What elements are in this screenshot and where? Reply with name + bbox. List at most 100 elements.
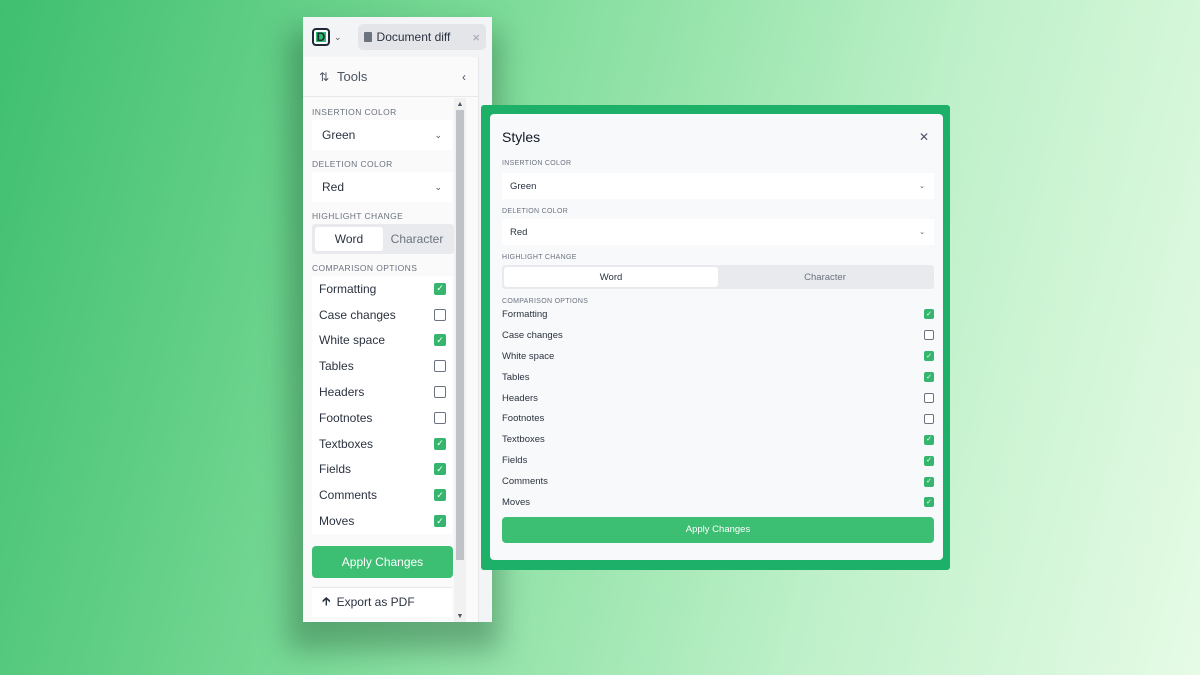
- comparison-options-list: Formatting ✓ Case changes White space ✓ Table…: [303, 276, 454, 534]
- app-logo[interactable]: D: [312, 28, 330, 46]
- option-formatting[interactable]: Formatting ✓: [502, 304, 934, 325]
- tools-scroll-area: INSERTION COLOR Green ⌄ DELETION COLOR R…: [303, 98, 454, 622]
- option-fields[interactable]: Fields ✓: [502, 450, 934, 471]
- insertion-color-label: INSERTION COLOR: [502, 160, 572, 167]
- option-fields[interactable]: Fields ✓: [312, 456, 452, 483]
- option-label: Moves: [502, 496, 530, 508]
- checkbox-checked[interactable]: ✓: [434, 282, 446, 295]
- checkbox-checked[interactable]: ✓: [924, 497, 934, 508]
- option-label: Footnotes: [319, 410, 373, 425]
- option-label: Textboxes: [502, 434, 545, 446]
- checkbox-checked[interactable]: ✓: [924, 455, 934, 466]
- option-white-space[interactable]: White space ✓: [502, 346, 934, 367]
- highlight-segmented-control: Word Character: [312, 224, 454, 254]
- option-textboxes[interactable]: Textboxes ✓: [312, 430, 452, 457]
- checkbox-checked[interactable]: ✓: [924, 476, 934, 487]
- checkbox-unchecked[interactable]: [434, 411, 446, 424]
- checkbox-unchecked[interactable]: [924, 393, 934, 403]
- option-formatting[interactable]: Formatting ✓: [312, 276, 452, 302]
- checkbox-checked[interactable]: ✓: [434, 489, 446, 502]
- logo-letter: D: [316, 30, 326, 44]
- checkbox-checked[interactable]: ✓: [434, 437, 446, 450]
- option-tables[interactable]: Tables: [312, 353, 452, 380]
- checkbox-unchecked[interactable]: [434, 308, 446, 321]
- checkbox-checked[interactable]: ✓: [434, 515, 446, 528]
- option-label: White space: [319, 333, 386, 348]
- apply-changes-button[interactable]: Apply Changes: [312, 545, 453, 578]
- segment-word[interactable]: Word: [504, 267, 718, 287]
- checkbox-checked[interactable]: ✓: [924, 434, 934, 445]
- deletion-color-value: Red: [510, 226, 528, 238]
- option-label: Headers: [502, 392, 538, 404]
- deletion-color-select[interactable]: Red ⌄: [502, 219, 934, 245]
- option-label: Comments: [502, 476, 548, 488]
- option-comments[interactable]: Comments ✓: [312, 482, 452, 509]
- chevron-down-icon: ⌄: [434, 129, 442, 140]
- tools-label: Tools: [337, 69, 368, 84]
- option-footnotes[interactable]: Footnotes: [312, 404, 452, 431]
- segment-character[interactable]: Character: [383, 227, 451, 251]
- checkbox-unchecked[interactable]: [924, 330, 934, 341]
- insertion-color-label: INSERTION COLOR: [312, 107, 397, 117]
- checkbox-unchecked[interactable]: [434, 386, 446, 399]
- option-white-space[interactable]: White space ✓: [312, 327, 452, 354]
- option-case-changes[interactable]: Case changes: [502, 325, 934, 346]
- option-comments[interactable]: Comments ✓: [502, 471, 934, 492]
- checkbox-checked[interactable]: ✓: [434, 463, 446, 476]
- collapse-icon[interactable]: ‹: [462, 70, 466, 84]
- highlight-change-label: HIGHLIGHT CHANGE: [312, 211, 404, 221]
- highlight-change-label: HIGHLIGHT CHANGE: [502, 254, 577, 261]
- checkbox-unchecked[interactable]: [924, 413, 934, 424]
- scroll-down-icon[interactable]: ▼: [454, 610, 466, 622]
- segment-character[interactable]: Character: [718, 267, 932, 287]
- option-moves[interactable]: Moves ✓: [312, 508, 452, 534]
- export-pdf-button[interactable]: 🡱 Export as PDF: [312, 586, 452, 617]
- checkbox-checked[interactable]: ✓: [924, 309, 934, 320]
- option-label: Tables: [319, 359, 354, 374]
- styles-dialog: Styles ✕ INSERTION COLOR Green ⌄ DELETIO…: [490, 114, 943, 560]
- close-tab-icon[interactable]: ×: [472, 30, 480, 45]
- insertion-color-value: Green: [322, 128, 356, 142]
- checkbox-checked[interactable]: ✓: [924, 372, 934, 383]
- tab-title: Document diff: [376, 30, 451, 44]
- scrollbar[interactable]: ▲: [454, 98, 466, 622]
- option-footnotes[interactable]: Footnotes: [502, 408, 934, 429]
- segment-word[interactable]: Word: [315, 227, 383, 251]
- option-textboxes[interactable]: Textboxes ✓: [502, 429, 934, 450]
- option-label: Tables: [502, 371, 530, 383]
- dialog-header: Styles ✕: [490, 114, 943, 160]
- option-headers[interactable]: Headers: [502, 388, 934, 409]
- comparison-options-label: COMPARISON OPTIONS: [312, 263, 418, 273]
- option-label: Fields: [502, 455, 528, 467]
- document-tab[interactable]: Document diff ×: [357, 24, 486, 50]
- dialog-title: Styles: [502, 129, 541, 145]
- option-label: Footnotes: [502, 413, 545, 425]
- option-label: Headers: [319, 385, 365, 400]
- highlight-segmented-control: Word Character: [502, 265, 934, 289]
- option-tables[interactable]: Tables ✓: [502, 367, 934, 388]
- chevron-down-icon: ⌄: [919, 183, 925, 190]
- option-label: Fields: [319, 462, 352, 477]
- document-icon: [363, 32, 372, 42]
- tools-panel: ⇅ Tools ‹ INSERTION COLOR Green ⌄ DELETI…: [303, 57, 479, 622]
- chevron-down-icon: ⌄: [434, 181, 442, 192]
- checkbox-checked[interactable]: ✓: [924, 351, 934, 362]
- option-headers[interactable]: Headers: [312, 379, 452, 405]
- chevron-down-icon[interactable]: ⌄: [334, 32, 342, 43]
- option-moves[interactable]: Moves ✓: [502, 492, 934, 513]
- top-bar: D ⌄ Document diff ×: [303, 17, 492, 57]
- scroll-thumb[interactable]: [456, 110, 464, 560]
- checkbox-checked[interactable]: ✓: [434, 334, 446, 347]
- checkbox-unchecked[interactable]: [434, 360, 446, 373]
- deletion-color-select[interactable]: Red ⌄: [312, 172, 452, 202]
- option-label: Formatting: [319, 281, 377, 296]
- close-icon[interactable]: ✕: [919, 130, 929, 144]
- tools-header: ⇅ Tools ‹: [303, 57, 478, 97]
- scroll-up-icon[interactable]: ▲: [454, 98, 466, 110]
- deletion-color-value: Red: [322, 180, 345, 194]
- option-case-changes[interactable]: Case changes: [312, 301, 452, 328]
- insertion-color-select[interactable]: Green ⌄: [502, 173, 934, 199]
- apply-changes-button[interactable]: Apply Changes: [502, 516, 934, 543]
- sliders-icon: ⇅: [319, 69, 330, 84]
- insertion-color-select[interactable]: Green ⌄: [312, 120, 452, 150]
